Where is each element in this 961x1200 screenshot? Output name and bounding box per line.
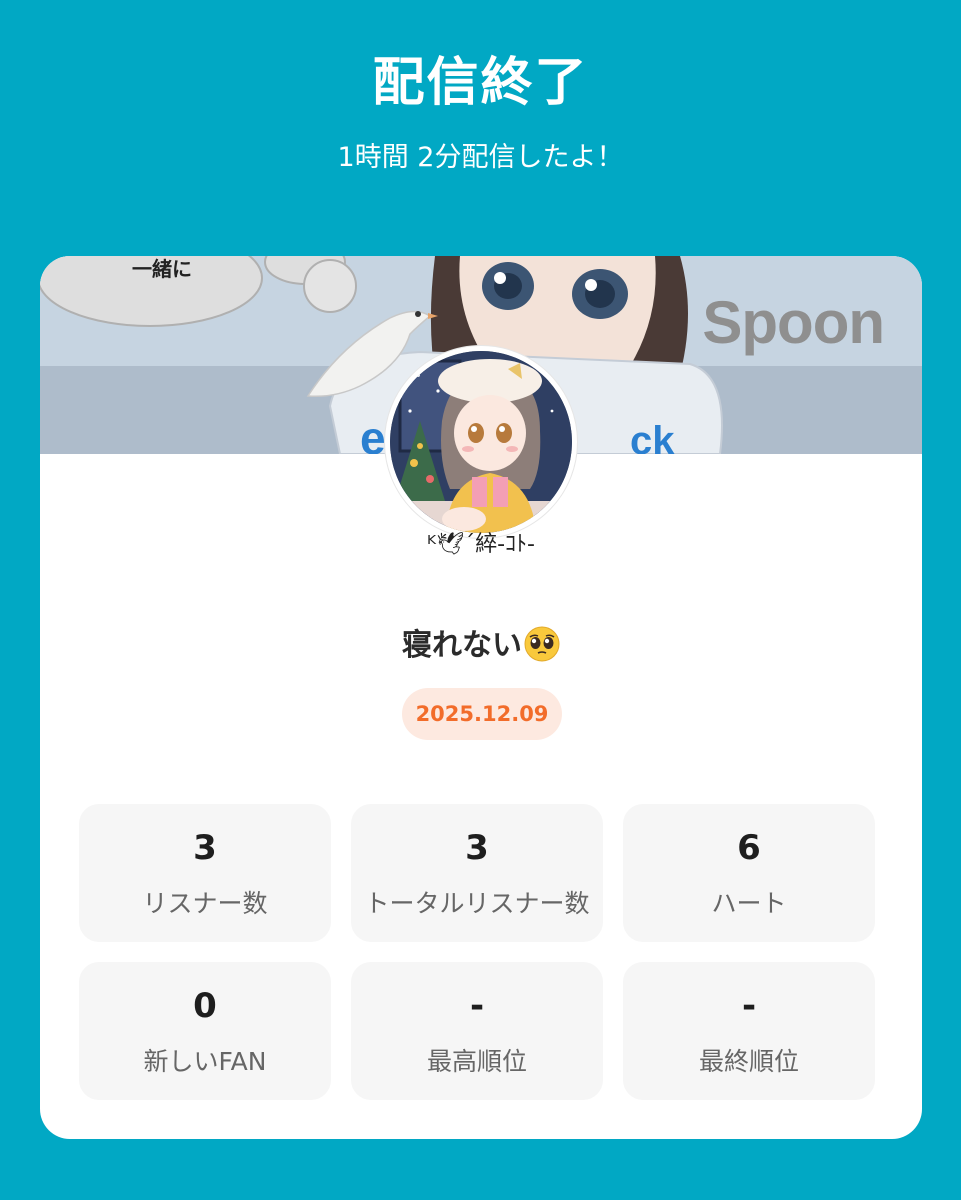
stat-value: 3 bbox=[465, 828, 489, 868]
broadcast-date-badge: 2025.12.09 bbox=[402, 688, 562, 740]
stat-label: ハート bbox=[711, 889, 787, 918]
stat-label: 最終順位 bbox=[698, 1047, 799, 1076]
pleading-face-emoji-icon bbox=[524, 626, 560, 662]
stat-total-listeners: 3 トータルリスナー数 bbox=[351, 804, 603, 942]
avatar[interactable] bbox=[385, 346, 577, 538]
stat-value: 6 bbox=[737, 828, 761, 868]
stat-highest-rank: - 最高順位 bbox=[351, 962, 603, 1100]
broadcast-duration-text: 1時間 2分配信したよ！ bbox=[337, 142, 624, 173]
username[interactable]: ᴷ🕊´綷-ｺﾄ- bbox=[40, 526, 922, 558]
page-title: 配信終了 bbox=[372, 53, 589, 113]
svg-text:ck: ck bbox=[630, 419, 675, 454]
stat-new-fans: 0 新しいFAN bbox=[79, 962, 331, 1100]
stat-label: トータルリスナー数 bbox=[364, 889, 590, 918]
stat-value: - bbox=[741, 986, 757, 1026]
svg-text:e: e bbox=[360, 412, 386, 454]
stream-title-text: 寝れない bbox=[402, 628, 522, 663]
cloud-caption: 一緒に bbox=[132, 257, 192, 281]
stat-value: 3 bbox=[193, 828, 217, 868]
stat-hearts: 6 ハート bbox=[623, 804, 875, 942]
stat-label: 最高順位 bbox=[426, 1047, 527, 1076]
broadcast-summary-card: e ck 一緒に Spoon ᴷ🕊´綷-ｺﾄ- 寝れない 2025.12.09 … bbox=[40, 256, 922, 1139]
stat-value: - bbox=[469, 986, 485, 1026]
stat-label: 新しいFAN bbox=[143, 1047, 267, 1076]
avatar-illustration bbox=[390, 351, 572, 533]
stream-title: 寝れない bbox=[40, 620, 922, 664]
stat-label: リスナー数 bbox=[142, 889, 268, 918]
stat-final-rank: - 最終順位 bbox=[623, 962, 875, 1100]
stat-value: 0 bbox=[193, 986, 217, 1026]
spoon-logo: Spoon bbox=[702, 289, 885, 356]
stat-listeners: 3 リスナー数 bbox=[79, 804, 331, 942]
